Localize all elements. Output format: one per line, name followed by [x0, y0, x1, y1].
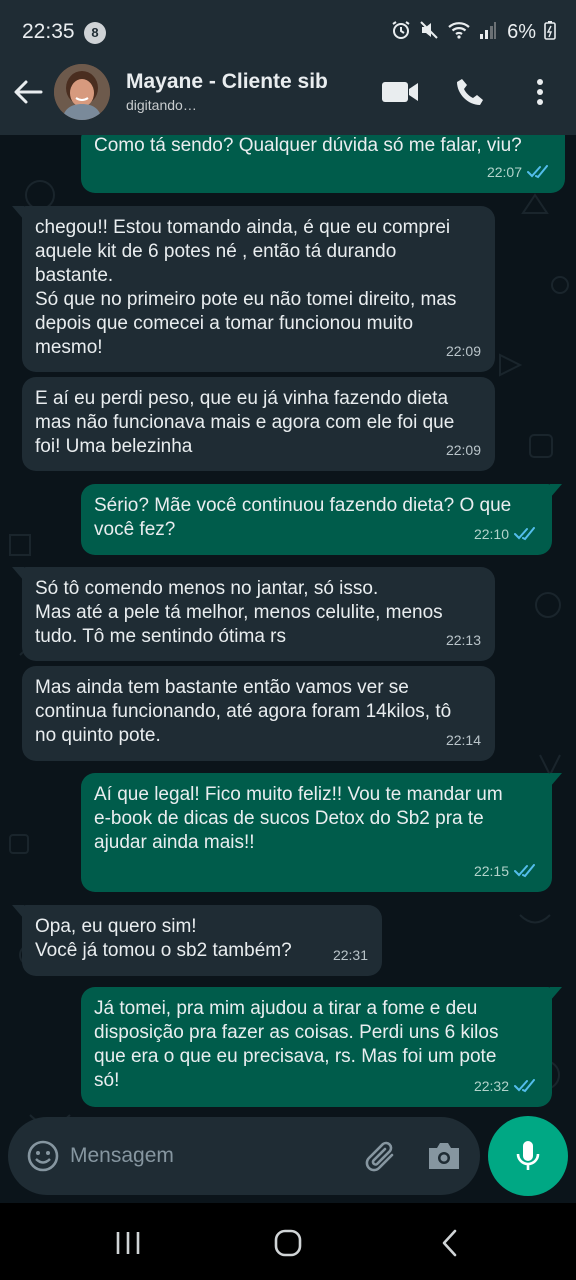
- emoji-icon: [27, 1140, 59, 1172]
- message-bubble-incoming[interactable]: Mas ainda tem bastante então vamos ver s…: [22, 666, 495, 761]
- message-bubble-incoming[interactable]: E aí eu perdi peso, que eu já vinha faze…: [22, 377, 495, 471]
- message-meta: 22:13: [446, 628, 481, 652]
- message-meta: 22:15: [474, 859, 538, 883]
- recent-apps-icon: [116, 1232, 140, 1254]
- back-button[interactable]: [10, 74, 46, 110]
- message-meta: 22:09: [446, 339, 481, 363]
- typing-status: digitando…: [126, 97, 197, 113]
- bubble-tail: [550, 773, 562, 787]
- message-text: E aí eu perdi peso, que eu já vinha faze…: [35, 388, 455, 457]
- message-time: 22:10: [473, 526, 509, 542]
- message-composer: [8, 1117, 480, 1195]
- more-options-icon: [537, 79, 543, 105]
- emoji-button[interactable]: [26, 1139, 60, 1173]
- message-meta: 22:32: [474, 1074, 538, 1098]
- video-call-button[interactable]: [380, 74, 420, 110]
- more-options-button[interactable]: [520, 74, 560, 110]
- signal-icon: [479, 20, 497, 45]
- voice-call-button[interactable]: [450, 74, 490, 110]
- bubble-tail: [12, 567, 24, 581]
- message-time: 22:14: [445, 732, 481, 748]
- message-bubble-outgoing[interactable]: Já tomei, pra mim ajudou a tirar a fome …: [81, 987, 562, 1107]
- read-receipt-icon: [514, 1079, 535, 1093]
- video-call-icon: [382, 82, 418, 102]
- read-receipt-icon: [527, 165, 548, 179]
- message-meta: 22:07: [487, 160, 551, 184]
- message-text: Aí que legal! Fico muito feliz!! Vou te …: [94, 784, 503, 853]
- back-icon: [442, 1229, 457, 1257]
- alarm-icon: [391, 20, 411, 45]
- bubble-tail: [12, 206, 24, 220]
- message-input[interactable]: [70, 1135, 350, 1177]
- message-bubble-incoming[interactable]: Só tô comendo menos no jantar, só isso. …: [12, 567, 495, 661]
- system-nav-bar: [0, 1203, 576, 1280]
- message-bubble-outgoing[interactable]: Aí que legal! Fico muito feliz!! Vou te …: [81, 773, 562, 892]
- read-receipt-icon: [514, 527, 535, 541]
- bubble-tail: [12, 905, 24, 919]
- message-bubble-incoming[interactable]: Opa, eu quero sim! Você já tomou o sb2 t…: [12, 905, 382, 976]
- home-button[interactable]: [268, 1225, 308, 1261]
- back-arrow-icon: [14, 80, 43, 104]
- chat-header: Mayane - Cliente sib digitando…: [0, 60, 576, 135]
- system-back-button[interactable]: [430, 1225, 470, 1261]
- message-time: 22:07: [486, 164, 522, 180]
- chat-area[interactable]: Como tá sendo? Qualquer dúvida só me fal…: [0, 135, 576, 1203]
- camera-button[interactable]: [426, 1139, 462, 1173]
- message-meta: 22:14: [446, 728, 481, 752]
- message-text: Já tomei, pra mim ajudou a tirar a fome …: [94, 998, 499, 1091]
- message-time: 22:13: [445, 632, 481, 648]
- notification-count-badge: 8: [84, 22, 106, 44]
- message-text: Sério? Mãe você continuou fazendo dieta?…: [94, 495, 512, 540]
- mute-icon: [419, 20, 439, 45]
- message-meta: 22:09: [446, 438, 481, 462]
- recent-apps-button[interactable]: [108, 1225, 148, 1261]
- message-time: 22:15: [473, 863, 509, 879]
- message-bubble-outgoing[interactable]: Sério? Mãe você continuou fazendo dieta?…: [81, 484, 562, 555]
- message-bubble-incoming[interactable]: chegou!! Estou tomando ainda, é que eu c…: [12, 206, 495, 372]
- wifi-icon: [447, 20, 471, 45]
- status-bar: 22:35 8 6%: [0, 0, 576, 60]
- message-time: 22:31: [332, 947, 368, 963]
- bubble-tail: [550, 987, 562, 1001]
- message-meta: 22:31: [333, 943, 368, 967]
- status-icons: 6%: [391, 20, 556, 45]
- message-time: 22:09: [445, 442, 481, 458]
- mic-icon: [516, 1141, 540, 1170]
- message-text: chegou!! Estou tomando ainda, é que eu c…: [35, 217, 457, 358]
- message-text: Como tá sendo? Qualquer dúvida só me fal…: [94, 135, 522, 156]
- bubble-tail: [550, 484, 562, 498]
- message-time: 22:32: [473, 1078, 509, 1094]
- read-receipt-icon: [514, 864, 535, 878]
- phone-icon: [457, 79, 483, 105]
- voice-record-button[interactable]: [488, 1116, 568, 1196]
- message-text: Mas ainda tem bastante então vamos ver s…: [35, 677, 452, 746]
- battery-percent: 6%: [507, 21, 536, 43]
- contact-name[interactable]: Mayane - Cliente sib: [126, 70, 328, 94]
- camera-icon: [429, 1143, 459, 1169]
- message-meta: 22:10: [474, 522, 538, 546]
- attach-button[interactable]: [364, 1137, 400, 1175]
- message-bubble-outgoing[interactable]: Como tá sendo? Qualquer dúvida só me fal…: [81, 135, 565, 193]
- message-time: 22:09: [445, 343, 481, 359]
- attach-icon: [365, 1141, 394, 1172]
- battery-icon: [544, 20, 556, 45]
- message-text: Só tô comendo menos no jantar, só isso. …: [35, 578, 443, 647]
- avatar[interactable]: [54, 64, 110, 120]
- home-icon: [274, 1229, 302, 1257]
- status-time: 22:35: [22, 20, 75, 43]
- message-text: Opa, eu quero sim! Você já tomou o sb2 t…: [35, 916, 292, 961]
